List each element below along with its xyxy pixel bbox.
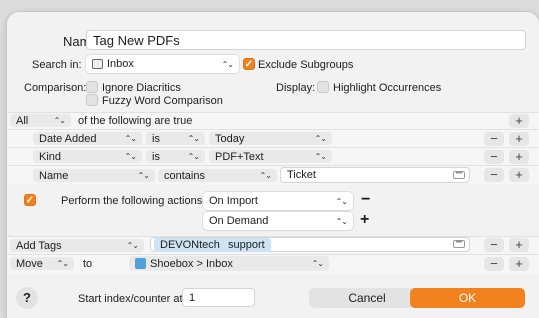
trigger-popup[interactable]: On Demand ⌃⌄ (203, 212, 353, 230)
add-condition-button[interactable]: + (509, 114, 529, 128)
trigger-value: On Import (209, 195, 258, 207)
tag-token[interactable]: DEVONtech (154, 238, 226, 252)
ok-button[interactable]: OK (410, 288, 525, 308)
name-value: Tag New PDFs (93, 32, 180, 48)
trigger-value: On Demand (209, 215, 269, 227)
display-label: Display: (276, 82, 316, 94)
match-text: of the following are true (78, 115, 193, 127)
perform-actions-label: Perform the following actions: (61, 195, 206, 207)
condition-field-value: Date Added (39, 132, 97, 145)
popup-chevron-icon: ⌃⌄ (56, 259, 69, 268)
condition-operator-popup[interactable]: is ⌃⌄ (146, 132, 205, 145)
exclude-subgroups-checkbox[interactable]: ✓ (243, 58, 255, 70)
popup-chevron-icon: ⌃⌄ (221, 59, 234, 69)
highlight-occurrences-checkbox[interactable] (317, 81, 329, 93)
remove-condition-button[interactable]: − (484, 168, 504, 182)
condition-operator-popup[interactable]: is ⌃⌄ (146, 150, 205, 163)
tag-token[interactable]: support (222, 238, 271, 252)
remove-action-button[interactable]: − (484, 257, 504, 271)
destination-value: Shoebox > Inbox (150, 257, 233, 270)
popup-chevron-icon: ⌃⌄ (335, 196, 348, 206)
cancel-button[interactable]: Cancel (309, 288, 425, 308)
condition-field-value: Name (39, 169, 69, 182)
add-condition-button[interactable]: + (509, 168, 529, 182)
condition-field-value: Kind (39, 150, 62, 163)
popup-chevron-icon: ⌃⌄ (124, 152, 137, 161)
popup-chevron-icon: ⌃⌄ (187, 152, 200, 161)
popup-chevron-icon: ⌃⌄ (311, 259, 324, 268)
condition-value-popup[interactable]: PDF+Text ⌃⌄ (209, 150, 332, 163)
popup-chevron-icon: ⌃⌄ (126, 241, 139, 250)
inbox-icon (92, 59, 103, 69)
add-action-button[interactable]: + (509, 238, 529, 252)
action-popup[interactable]: Move ⌃⌄ (10, 257, 74, 270)
counter-field[interactable]: 1 (182, 288, 255, 307)
popup-chevron-icon: ⌃⌄ (259, 171, 272, 180)
condition-value: Ticket (287, 169, 316, 181)
smart-rule-dialog: Name: Tag New PDFs Search in: Inbox ⌃⌄ ✓… (7, 12, 539, 318)
remove-condition-button[interactable]: − (484, 132, 504, 146)
ignore-diacritics-label: Ignore Diacritics (102, 82, 181, 94)
add-trigger-button[interactable]: + (360, 211, 369, 229)
add-action-button[interactable]: + (509, 257, 529, 271)
popup-chevron-icon: ⌃⌄ (335, 216, 348, 226)
counter-value: 1 (189, 291, 196, 304)
name-field[interactable]: Tag New PDFs (86, 30, 526, 50)
popup-chevron-icon: ⌃⌄ (187, 134, 200, 143)
condition-operator-popup[interactable]: contains ⌃⌄ (158, 169, 277, 182)
popup-chevron-icon: ⌃⌄ (314, 134, 327, 143)
comparison-label: Comparison: (24, 82, 87, 94)
ellipsis-icon[interactable]: ••• (453, 171, 465, 179)
action-connector: to (83, 258, 93, 270)
condition-value-field[interactable]: Ticket (280, 167, 470, 183)
action-value: Add Tags (16, 239, 62, 252)
highlight-occurrences-label: Highlight Occurrences (333, 82, 442, 94)
condition-value: Today (215, 132, 245, 145)
condition-field-popup[interactable]: Date Added ⌃⌄ (33, 132, 142, 145)
popup-chevron-icon: ⌃⌄ (53, 116, 66, 125)
perform-actions-checkbox[interactable]: ✓ (24, 194, 36, 206)
ellipsis-icon[interactable]: ••• (453, 240, 465, 248)
add-condition-button[interactable]: + (509, 132, 529, 146)
condition-operator-value: contains (164, 169, 205, 182)
condition-operator-value: is (152, 132, 160, 145)
search-in-value: Inbox (107, 58, 134, 70)
match-mode-popup[interactable]: All ⌃⌄ (10, 114, 71, 127)
match-mode-value: All (16, 114, 29, 127)
ignore-diacritics-checkbox[interactable] (86, 81, 98, 93)
counter-label: Start index/counter at: (78, 293, 186, 305)
remove-action-button[interactable]: − (484, 238, 504, 252)
add-condition-button[interactable]: + (509, 150, 529, 164)
remove-condition-button[interactable]: − (484, 150, 504, 164)
popup-chevron-icon: ⌃⌄ (314, 152, 327, 161)
action-popup[interactable]: Add Tags ⌃⌄ (10, 239, 144, 252)
condition-operator-value: is (152, 150, 160, 163)
condition-value-popup[interactable]: Today ⌃⌄ (209, 132, 332, 145)
help-button[interactable]: ? (16, 287, 38, 309)
exclude-subgroups-label: Exclude Subgroups (258, 59, 354, 71)
search-in-label: Search in: (32, 59, 82, 71)
condition-value: PDF+Text (215, 150, 264, 163)
action-value: Move (16, 257, 43, 270)
condition-field-popup[interactable]: Name ⌃⌄ (33, 169, 155, 182)
database-icon (135, 258, 146, 269)
trigger-popup[interactable]: On Import ⌃⌄ (203, 192, 353, 210)
remove-trigger-button[interactable]: − (361, 191, 370, 209)
destination-popup[interactable]: Shoebox > Inbox ⌃⌄ (129, 256, 329, 271)
popup-chevron-icon: ⌃⌄ (124, 134, 137, 143)
condition-field-popup[interactable]: Kind ⌃⌄ (33, 150, 142, 163)
search-in-popup[interactable]: Inbox ⌃⌄ (86, 55, 239, 73)
fuzzy-word-checkbox[interactable] (86, 94, 98, 106)
fuzzy-word-label: Fuzzy Word Comparison (102, 95, 223, 107)
popup-chevron-icon: ⌃⌄ (137, 171, 150, 180)
